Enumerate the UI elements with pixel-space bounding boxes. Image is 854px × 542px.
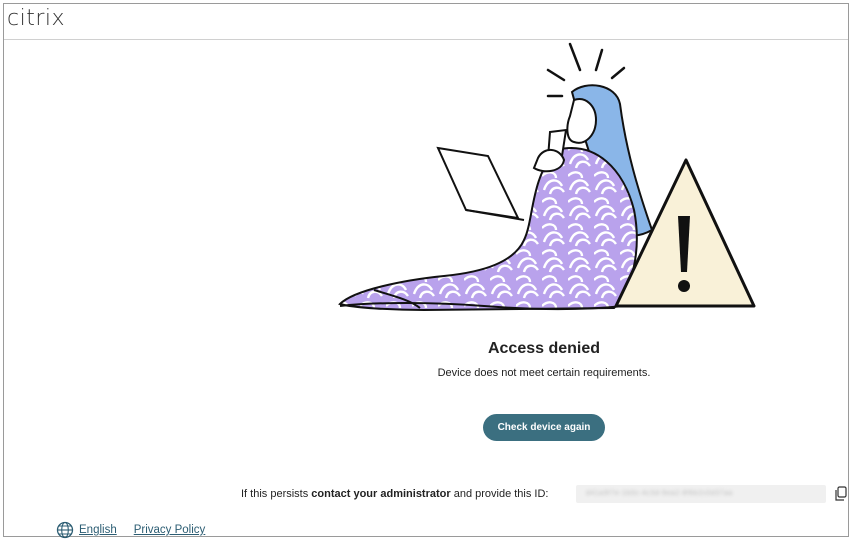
laptop [436,146,525,221]
copy-icon[interactable] [834,486,848,502]
access-denied-illustration [338,42,756,312]
page-title: Access denied [487,340,601,357]
app-frame: citrix Access denied Device does not mee… [3,3,849,539]
citrix-logo: citrix [7,6,66,31]
persist-message: If this persists contact your administra… [241,488,549,500]
device-id-field[interactable]: d41a9f7e-1b0c-4c3d-9ea2-8f6b2c0d37aa [576,485,826,503]
coffee-cup [532,128,568,173]
header: citrix [4,4,848,40]
contact-admin-text: contact your administrator [311,488,451,500]
footer: English Privacy Policy [56,521,205,539]
privacy-policy-link[interactable]: Privacy Policy [134,524,206,536]
language-link[interactable]: English [79,524,117,536]
globe-icon [56,521,74,539]
check-device-again-button[interactable]: Check device again [483,414,605,441]
page-subtitle: Device does not meet certain requirement… [437,367,651,379]
